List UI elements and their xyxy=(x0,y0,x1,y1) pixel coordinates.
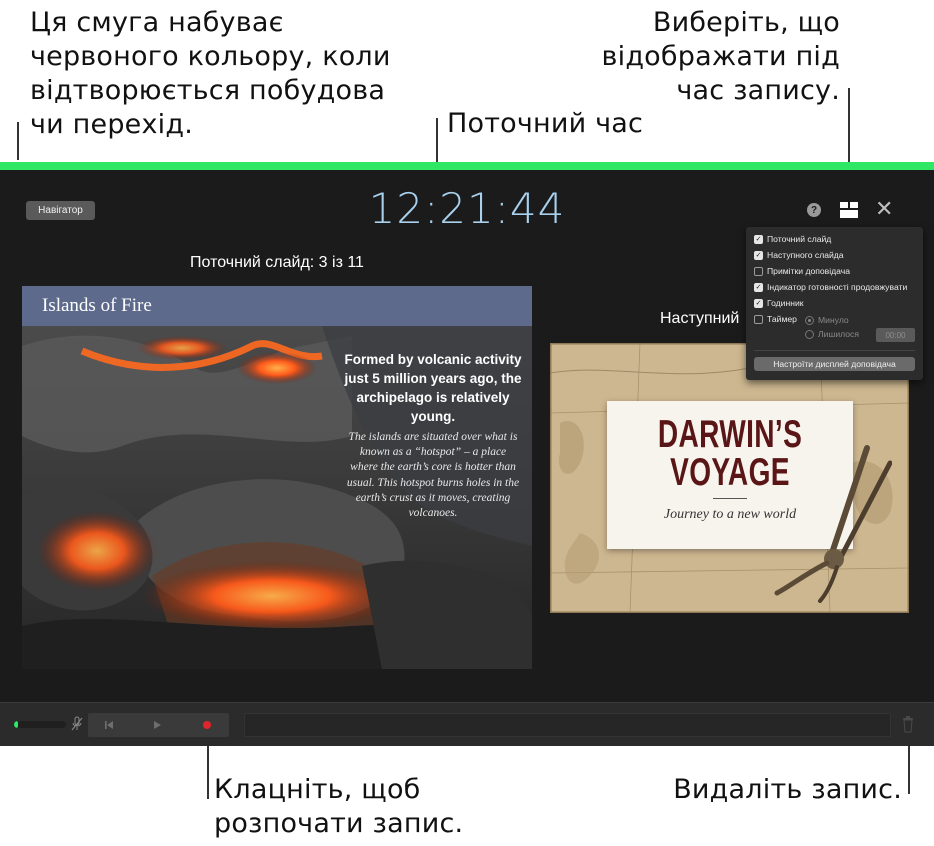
audio-level-fill xyxy=(14,721,18,728)
record-icon xyxy=(203,721,211,729)
slide-paragraph-italic: The islands are situated over what is kn… xyxy=(346,431,520,520)
menu-item-clock[interactable]: ✓ Годинник xyxy=(754,297,804,309)
checkbox-checked[interactable]: ✓ xyxy=(754,282,763,292)
callout-line: Клацніть, щоб xyxy=(214,774,421,805)
callout-display-options: Виберіть, що відображати під час запису. xyxy=(560,6,840,108)
menu-item-label: Індикатор готовності продовжувати xyxy=(767,282,908,292)
title-rule xyxy=(713,498,747,499)
radio-remaining[interactable]: Лишилося xyxy=(805,329,859,339)
callout-line: час запису. xyxy=(676,75,840,106)
skip-back-glyph xyxy=(105,721,113,729)
display-options-menu: ✓ Поточний слайд ✓ Наступного слайда При… xyxy=(746,227,923,380)
clock-display: 12:21:44 xyxy=(368,184,566,233)
menu-item-ready-indicator[interactable]: ✓ Індикатор готовності продовжувати xyxy=(754,281,907,293)
menu-divider xyxy=(754,350,915,351)
play-icon[interactable] xyxy=(144,713,170,737)
current-slide-preview: Islands of Fire Formed by volcanic activ… xyxy=(22,286,532,669)
next-slide-label: Наступний xyxy=(660,310,740,327)
callout-line: розпочати запис. xyxy=(214,808,464,839)
callout-line: відтворюється побудова xyxy=(30,75,386,106)
callout-line: відображати під xyxy=(601,41,840,72)
radio-label: Минуло xyxy=(818,315,849,325)
radio-elapsed[interactable]: Минуло xyxy=(805,315,849,325)
current-slide-label: Поточний слайд: 3 із 11 xyxy=(190,254,364,271)
record-button[interactable] xyxy=(192,713,222,737)
callout-line: Ця смуга набуває xyxy=(30,7,284,38)
menu-item-label: Поточний слайд xyxy=(767,234,832,244)
callout-delete: Видаліть запис. xyxy=(673,774,902,805)
slide-paragraph-bold: Formed by volcanic activity just 5 milli… xyxy=(344,352,522,424)
playback-controls xyxy=(88,713,229,737)
checkbox-unchecked[interactable] xyxy=(754,314,763,324)
presenter-display: Навігатор 12:21:44 ? ✕ Поточний слайд: 3… xyxy=(0,170,934,702)
help-icon[interactable]: ? xyxy=(807,203,821,217)
callout-current-time: Поточний час xyxy=(447,108,644,139)
status-bar xyxy=(0,162,934,170)
callout-status-bar: Ця смуга набуває червоного кольору, коли… xyxy=(30,6,391,142)
callout-line: чи перехід. xyxy=(30,109,194,140)
leader-line-status-bar xyxy=(17,122,19,160)
skip-back-icon[interactable] xyxy=(96,713,122,737)
checkbox-checked[interactable]: ✓ xyxy=(754,298,763,308)
layout-cell xyxy=(850,202,858,208)
slide-title: Islands of Fire xyxy=(42,295,152,316)
callout-line: Виберіть, що xyxy=(652,7,840,38)
menu-item-timer[interactable]: Таймер xyxy=(754,313,797,325)
menu-item-next-slide[interactable]: ✓ Наступного слайда xyxy=(754,249,844,261)
menu-item-label: Таймер xyxy=(767,314,797,324)
checkbox-checked[interactable]: ✓ xyxy=(754,234,763,244)
customize-display-button[interactable]: Настроїти дисплей доповідача xyxy=(754,357,915,371)
menu-item-current-slide[interactable]: ✓ Поточний слайд xyxy=(754,233,831,245)
checkbox-unchecked[interactable] xyxy=(754,266,763,276)
timer-duration-field[interactable]: 00:00 xyxy=(876,328,915,342)
compass-image xyxy=(774,445,892,603)
mic-muted-icon[interactable] xyxy=(71,716,83,732)
layout-cell xyxy=(840,202,848,208)
recording-bar xyxy=(0,702,934,746)
close-icon[interactable]: ✕ xyxy=(875,198,893,220)
recording-timeline[interactable] xyxy=(244,713,891,737)
menu-item-label: Годинник xyxy=(767,298,804,308)
next-slide-preview: DARWIN’S VOYAGE Journey to a new world xyxy=(550,343,909,613)
radio-selected-icon xyxy=(805,315,814,325)
menu-item-presenter-notes[interactable]: Примітки доповідача xyxy=(754,265,850,277)
layout-cell xyxy=(840,210,858,218)
callout-line: червоного кольору, коли xyxy=(30,41,391,72)
audio-level-meter xyxy=(14,721,66,728)
trash-icon[interactable] xyxy=(902,715,914,733)
layout-options-icon[interactable] xyxy=(840,202,858,218)
callout-record: Клацніть, щоб розпочати запис. xyxy=(214,773,463,841)
radio-unselected-icon xyxy=(805,329,814,339)
radio-label: Лишилося xyxy=(818,329,859,339)
play-glyph xyxy=(154,721,161,729)
checkbox-checked[interactable]: ✓ xyxy=(754,250,763,260)
menu-item-label: Наступного слайда xyxy=(767,250,844,260)
menu-item-label: Примітки доповідача xyxy=(767,266,851,276)
